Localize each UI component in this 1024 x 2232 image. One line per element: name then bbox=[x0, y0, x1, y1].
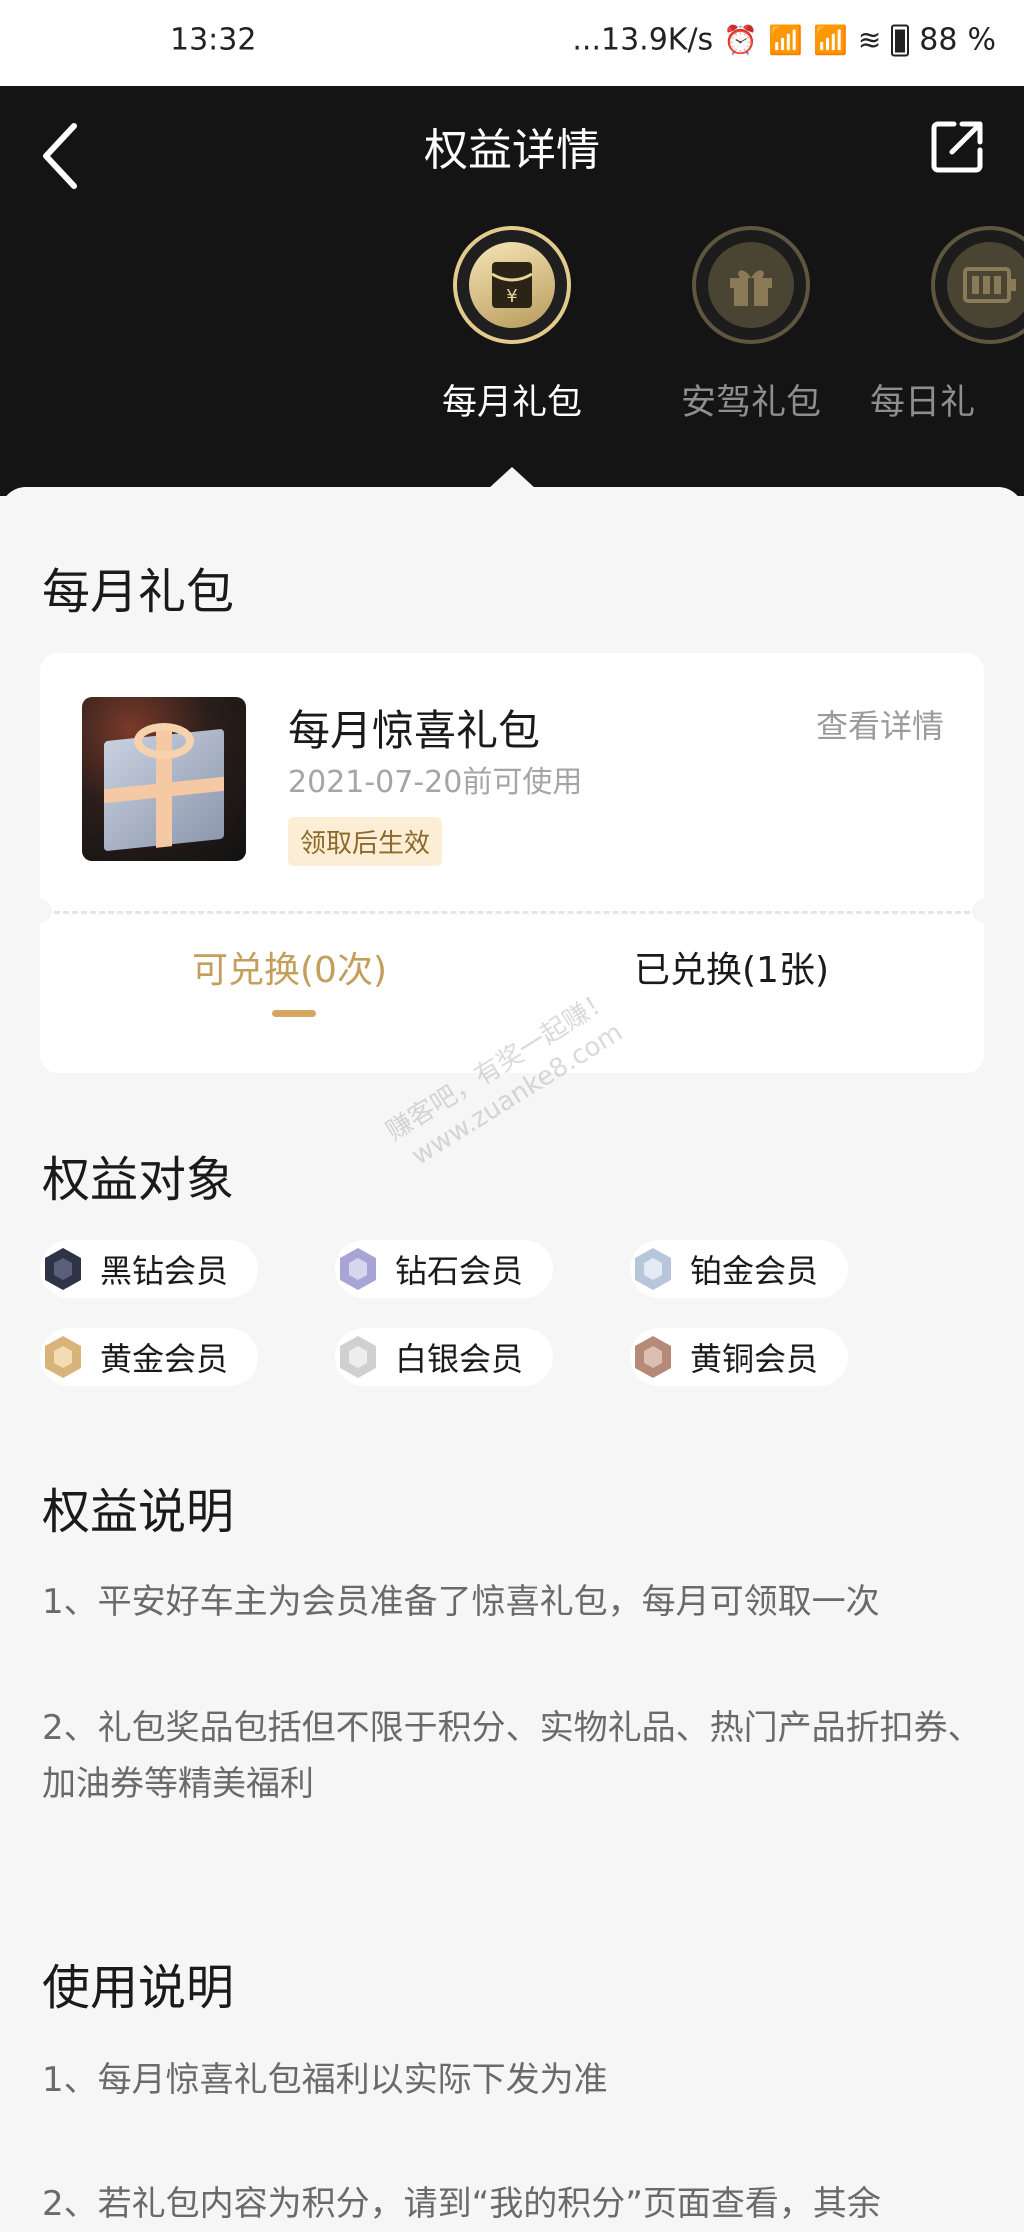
gift-valid-date: 2021-07-20前可使用 bbox=[288, 765, 583, 800]
card-notch-right bbox=[972, 899, 996, 923]
battery-icon bbox=[947, 242, 1024, 328]
status-bar: 13:32 ...13.9K/s ⏰ 📶 📶 ≋ 88 % bbox=[0, 0, 1024, 86]
diamond-medal-icon bbox=[340, 1248, 376, 1290]
tab-monthly-gift[interactable]: ¥ 每月礼包 bbox=[392, 226, 632, 425]
share-button[interactable] bbox=[930, 118, 986, 174]
status-icons: ...13.9K/s ⏰ 📶 📶 ≋ 88 % bbox=[572, 23, 996, 58]
active-tab-underline bbox=[272, 1010, 316, 1017]
member-label: 黑钻会员 bbox=[100, 1252, 229, 1290]
usage-desc-item: 1、每月惊喜礼包福利以实际下发为准 bbox=[42, 2060, 608, 2100]
tab-safe-driving-gift[interactable]: 安驾礼包 bbox=[631, 226, 871, 425]
member-badge-platinum: 铂金会员 bbox=[630, 1240, 848, 1298]
usage-desc-item: 2、若礼包内容为积分，请到“我的积分”页面查看，其余 bbox=[42, 2184, 881, 2224]
member-label: 黄铜会员 bbox=[690, 1340, 819, 1378]
gift-image bbox=[82, 697, 246, 861]
svg-text:¥: ¥ bbox=[506, 286, 517, 307]
alarm-icon: ⏰ bbox=[723, 23, 759, 57]
tab-daily-gift[interactable]: 每日礼 bbox=[870, 226, 1024, 425]
gift-name: 每月惊喜礼包 bbox=[288, 706, 541, 755]
tab-label: 每日礼 bbox=[870, 383, 976, 423]
gift-icon bbox=[708, 242, 794, 328]
header: 权益详情 ¥ 每月礼包 安驾礼包 每日礼 bbox=[0, 86, 1024, 496]
red-envelope-yen-icon: ¥ bbox=[469, 242, 555, 328]
member-label: 铂金会员 bbox=[690, 1252, 819, 1290]
signal-icon: 📶 bbox=[768, 23, 803, 57]
member-badge-silver: 白银会员 bbox=[335, 1328, 553, 1386]
section-title-monthly-gift: 每月礼包 bbox=[42, 564, 235, 620]
member-badge-bronze: 黄铜会员 bbox=[630, 1328, 848, 1386]
tab-label: 每月礼包 bbox=[441, 383, 582, 423]
wifi-icon: ≋ bbox=[857, 23, 882, 57]
tab-icon-circle bbox=[692, 226, 810, 344]
active-tab-pointer bbox=[488, 467, 536, 489]
network-speed: ...13.9K/s bbox=[572, 22, 714, 58]
tab-icon-circle: ¥ bbox=[453, 226, 571, 344]
section-title-usage: 使用说明 bbox=[42, 1960, 235, 2016]
silver-medal-icon bbox=[340, 1336, 376, 1378]
tab-label: 安驾礼包 bbox=[680, 383, 821, 423]
status-time: 13:32 bbox=[170, 22, 257, 58]
battery-icon bbox=[891, 24, 910, 56]
section-title-benefit-target: 权益对象 bbox=[42, 1152, 235, 1208]
gift-card: 每月惊喜礼包 2021-07-20前可使用 领取后生效 查看详情 可兑换(0次)… bbox=[28, 653, 996, 1073]
member-label: 钻石会员 bbox=[395, 1252, 524, 1290]
status-badge: 领取后生效 bbox=[288, 817, 443, 866]
member-badge-gold: 黄金会员 bbox=[40, 1328, 258, 1386]
signal-icon-2: 📶 bbox=[812, 23, 848, 57]
share-icon bbox=[931, 121, 983, 173]
tab-redeemed[interactable]: 已兑换(1张) bbox=[634, 941, 829, 993]
member-label: 白银会员 bbox=[395, 1340, 524, 1378]
tab-icon-circle bbox=[931, 226, 1024, 344]
page-title: 权益详情 bbox=[424, 125, 600, 176]
battery-level: 88 bbox=[919, 22, 958, 58]
benefit-desc-item: 1、平安好车主为会员准备了惊喜礼包，每月可领取一次 bbox=[42, 1582, 880, 1622]
view-details-link[interactable]: 查看详情 bbox=[816, 701, 944, 747]
benefit-tabs: ¥ 每月礼包 安驾礼包 每日礼 bbox=[0, 226, 1024, 426]
card-divider bbox=[54, 911, 970, 914]
member-badge-black-diamond: 黑钻会员 bbox=[40, 1240, 258, 1298]
benefit-desc-item: 2、礼包奖品包括但不限于积分、实物礼品、热门产品折扣券、加油券等精美福利 bbox=[42, 1708, 982, 1804]
platinum-medal-icon bbox=[635, 1248, 671, 1290]
battery-unit: % bbox=[967, 22, 996, 58]
member-label: 黄金会员 bbox=[100, 1340, 229, 1378]
black-diamond-medal-icon bbox=[45, 1248, 81, 1290]
bronze-medal-icon bbox=[635, 1336, 671, 1378]
member-badge-diamond: 钻石会员 bbox=[335, 1240, 553, 1298]
tab-available[interactable]: 可兑换(0次) bbox=[192, 941, 387, 993]
card-notch-left bbox=[28, 899, 52, 923]
gold-medal-icon bbox=[45, 1336, 81, 1378]
section-title-benefit-desc: 权益说明 bbox=[42, 1484, 235, 1540]
